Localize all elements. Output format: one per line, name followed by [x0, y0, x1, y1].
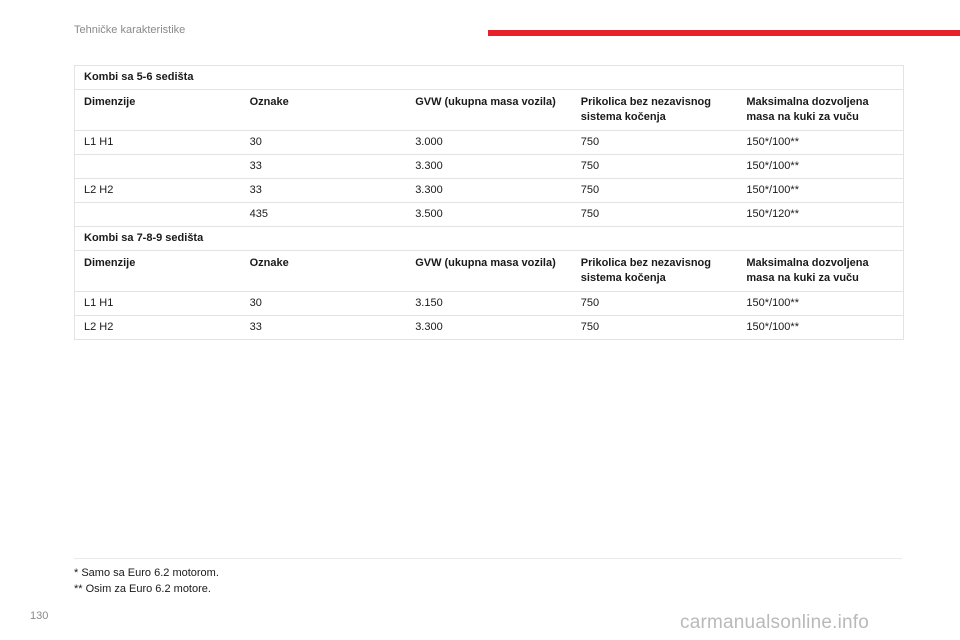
specs-table-7-8-9-seats: Kombi sa 7-8-9 sedišta Dimenzije Oznake … — [74, 226, 904, 340]
column-header: Maksimalna dozvoljena masa na kuki za vu… — [746, 257, 869, 284]
table-cell: 750 — [580, 184, 600, 196]
table-cell — [75, 155, 241, 178]
header-accent-bar — [488, 30, 960, 36]
table-cell: 30 — [249, 297, 262, 309]
table-cell: 150*/100** — [746, 321, 799, 333]
section-title: Tehničke karakteristike — [74, 24, 186, 36]
table-cell: 33 — [249, 321, 262, 333]
table-cell: L2 H2 — [84, 184, 114, 196]
table-cell: 150*/100** — [746, 297, 799, 309]
table-caption: Kombi sa 7-8-9 sedišta — [75, 227, 903, 251]
table-cell: 150*/120** — [746, 208, 799, 220]
table-cell: 30 — [249, 136, 262, 148]
table-cell: 3.300 — [415, 321, 443, 333]
table-cell: 3.500 — [415, 208, 443, 220]
table-cell: 150*/100** — [746, 160, 799, 172]
table-cell: 435 — [249, 208, 268, 220]
table-row: 33 3.300 750 150*/100** — [75, 155, 903, 179]
table-cell: L1 H1 — [84, 136, 114, 148]
footnote: * Samo sa Euro 6.2 motorom. — [74, 567, 219, 579]
table-cell: 750 — [580, 297, 600, 309]
table-cell: 33 — [249, 160, 262, 172]
table-cell — [75, 203, 241, 226]
table-cell: 3.000 — [415, 136, 443, 148]
table-caption: Kombi sa 5-6 sedišta — [75, 66, 903, 90]
table-cell: 33 — [249, 184, 262, 196]
page-number: 130 — [30, 610, 49, 622]
column-header: Prikolica bez nezavisnog sistema kočenja — [580, 96, 711, 123]
table-cell: 750 — [580, 208, 600, 220]
column-header: Oznake — [249, 257, 289, 269]
specs-table-5-6-seats: Kombi sa 5-6 sedišta Dimenzije Oznake GV… — [74, 65, 904, 227]
column-header: Maksimalna dozvoljena masa na kuki za vu… — [746, 96, 869, 123]
column-header: Dimenzije — [84, 257, 136, 269]
table-cell: 750 — [580, 321, 600, 333]
table-row: L1 H1 30 3.000 750 150*/100** — [75, 131, 903, 155]
column-header: Oznake — [249, 96, 289, 108]
table-cell: 3.300 — [415, 160, 443, 172]
column-header: GVW (ukupna masa vozila) — [415, 257, 556, 269]
watermark: carmanualsonline.info — [680, 612, 870, 633]
table-cell: 750 — [580, 136, 600, 148]
table-row: L1 H1 30 3.150 750 150*/100** — [75, 292, 903, 316]
column-header: Dimenzije — [84, 96, 136, 108]
footnotes: * Samo sa Euro 6.2 motorom. ** Osim za E… — [74, 558, 902, 597]
column-header: Prikolica bez nezavisnog sistema kočenja — [580, 257, 711, 284]
table-cell: 3.300 — [415, 184, 443, 196]
table-cell: 150*/100** — [746, 136, 799, 148]
table-cell: L1 H1 — [84, 297, 114, 309]
table-cell: L2 H2 — [84, 321, 114, 333]
column-header: GVW (ukupna masa vozila) — [415, 96, 556, 108]
table-row: L2 H2 33 3.300 750 150*/100** — [75, 179, 903, 203]
table-row: L2 H2 33 3.300 750 150*/100** — [75, 316, 903, 339]
table-cell: 3.150 — [415, 297, 443, 309]
table-cell: 150*/100** — [746, 184, 799, 196]
table-header-row: Dimenzije Oznake GVW (ukupna masa vozila… — [75, 251, 903, 292]
table-cell: 750 — [580, 160, 600, 172]
footnote: ** Osim za Euro 6.2 motore. — [74, 583, 211, 595]
table-row: 435 3.500 750 150*/120** — [75, 203, 903, 226]
table-header-row: Dimenzije Oznake GVW (ukupna masa vozila… — [75, 90, 903, 131]
